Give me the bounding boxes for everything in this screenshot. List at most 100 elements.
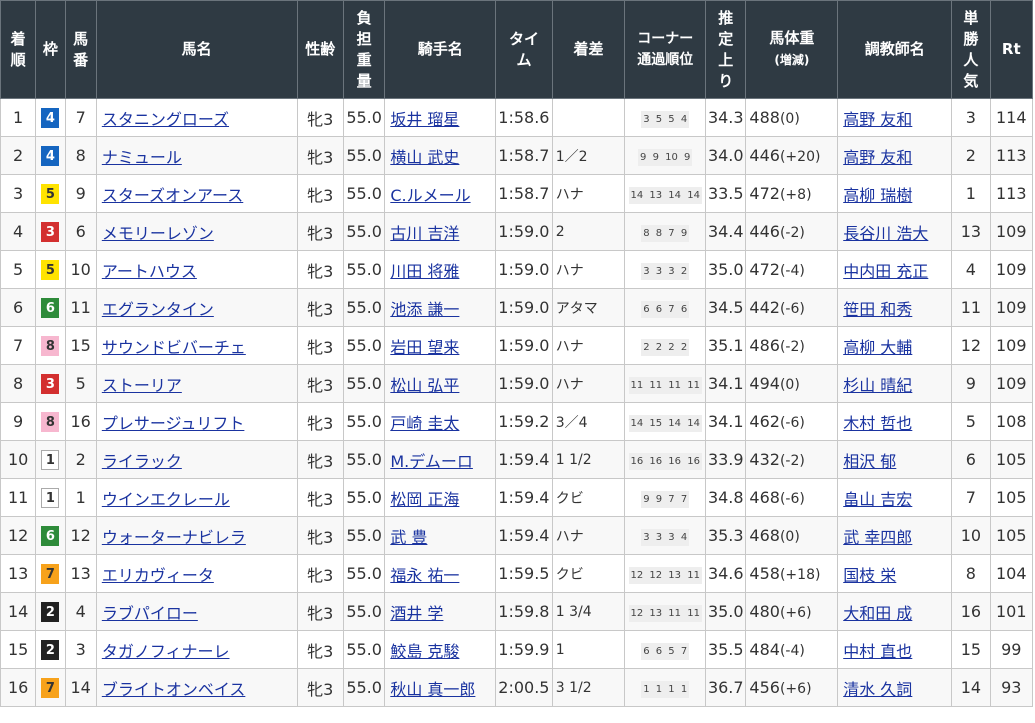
rating-cell: 109 (989, 250, 1034, 289)
horse-name-link[interactable]: メモリーレゾン (102, 224, 214, 243)
jockey-link[interactable]: 福永 祐一 (390, 566, 459, 585)
header-rank[interactable]: 着順 (0, 0, 37, 99)
sex-age-cell: 牝3 (296, 478, 344, 517)
jockey-link[interactable]: 鮫島 克駿 (390, 642, 459, 661)
rank-cell: 13 (0, 554, 37, 593)
header-burden[interactable]: 負担重量 (342, 0, 386, 99)
horse-name-link[interactable]: サウンドビバーチェ (102, 338, 246, 357)
horse-name-link[interactable]: スターズオンアース (102, 186, 243, 205)
trainer-link[interactable]: 中村 直也 (843, 642, 912, 661)
jockey-link[interactable]: M.デムーロ (390, 452, 473, 471)
jockey-link[interactable]: 松岡 正海 (390, 490, 459, 509)
header-num[interactable]: 馬番 (64, 0, 97, 99)
header-name[interactable]: 馬名 (95, 0, 298, 99)
jockey-link[interactable]: 武 豊 (390, 528, 427, 547)
header-waku[interactable]: 枠 (35, 0, 66, 99)
time-cell: 1:59.0 (495, 326, 553, 365)
header-jockey[interactable]: 騎手名 (384, 0, 497, 99)
trainer-link[interactable]: 中内田 充正 (843, 262, 928, 281)
horse-number-cell: 15 (64, 326, 97, 365)
header-diff[interactable]: 着差 (551, 0, 626, 99)
header-rt[interactable]: Rt (989, 0, 1034, 99)
horse-name-link[interactable]: ナミュール (102, 148, 182, 167)
corner-cell: 16 16 16 16 (624, 440, 707, 479)
trainer-link[interactable]: 長谷川 浩大 (843, 224, 928, 243)
horse-name-link[interactable]: タガノフィナーレ (102, 642, 230, 661)
horse-name-link[interactable]: プレサージュリフト (102, 414, 245, 433)
jockey-cell: 武 豊 (384, 516, 497, 555)
rating-cell: 93 (989, 668, 1034, 707)
margin-cell: ハナ (551, 250, 626, 289)
burden-weight-cell: 55.0 (342, 478, 386, 517)
corner-cell: 12 13 11 11 (624, 592, 707, 631)
trainer-link[interactable]: 高柳 大輔 (843, 338, 912, 357)
trainer-cell: 高野 友和 (837, 136, 953, 175)
table-row: 6 6 11 エグランタイン 牝3 55.0 池添 謙一 1:59.0 アタマ … (0, 288, 1034, 327)
jockey-link[interactable]: 坂井 瑠星 (390, 110, 459, 129)
horse-name-link[interactable]: エリカヴィータ (102, 566, 214, 585)
jockey-link[interactable]: 岩田 望来 (390, 338, 459, 357)
horse-name-link[interactable]: ブライトオンベイス (102, 680, 246, 699)
jockey-link[interactable]: 池添 謙一 (390, 300, 459, 319)
body-weight: 480 (749, 602, 780, 621)
trainer-link[interactable]: 大和田 成 (843, 604, 912, 623)
jockey-link[interactable]: 戸崎 圭太 (390, 414, 459, 433)
header-weight[interactable]: 馬体重 (増減) (745, 0, 839, 99)
popularity-cell: 4 (951, 250, 991, 289)
body-weight-change: (+6) (779, 681, 812, 697)
trainer-link[interactable]: 畠山 吉宏 (843, 490, 912, 509)
header-pop[interactable]: 単勝人気 (951, 0, 991, 99)
horse-name-link[interactable]: エグランタイン (102, 300, 214, 319)
header-time[interactable]: タイム (495, 0, 553, 99)
margin-cell: ハナ (551, 364, 626, 403)
horse-name-link[interactable]: ウォーターナビレラ (102, 528, 246, 547)
header-last3f[interactable]: 推定上り (705, 0, 747, 99)
time-cell: 1:59.0 (495, 250, 553, 289)
trainer-link[interactable]: 武 幸四郎 (843, 528, 912, 547)
horse-name-link[interactable]: ストーリア (102, 376, 182, 395)
horse-name-link[interactable]: ウインエクレール (102, 490, 230, 509)
trainer-link[interactable]: 清水 久詞 (843, 680, 912, 699)
horse-name-link[interactable]: ラブパイロー (102, 604, 198, 623)
trainer-link[interactable]: 高柳 瑞樹 (843, 186, 912, 205)
trainer-cell: 高柳 大輔 (837, 326, 953, 365)
rating-cell: 104 (989, 554, 1034, 593)
horse-name-link[interactable]: アートハウス (102, 262, 197, 281)
horse-number-cell: 5 (64, 364, 97, 403)
horse-name-link[interactable]: ライラック (102, 452, 182, 471)
sex-age-cell: 牝3 (296, 364, 344, 403)
last3f-cell: 35.0 (705, 592, 747, 631)
trainer-link[interactable]: 杉山 晴紀 (843, 376, 912, 395)
horse-name-link[interactable]: スタニングローズ (102, 110, 229, 129)
trainer-link[interactable]: 高野 友和 (843, 148, 912, 167)
corner-positions: 1 1 1 1 (641, 681, 690, 698)
corner-positions: 14 13 14 14 (628, 187, 702, 204)
trainer-link[interactable]: 高野 友和 (843, 110, 912, 129)
waku-cell: 5 (35, 250, 66, 289)
jockey-link[interactable]: 秋山 真一郎 (390, 680, 475, 699)
trainer-cell: 武 幸四郎 (837, 516, 953, 555)
jockey-link[interactable]: 松山 弘平 (390, 376, 459, 395)
burden-weight-cell: 55.0 (342, 326, 386, 365)
margin-cell: 1 3/4 (551, 592, 626, 631)
header-sexage[interactable]: 性齢 (296, 0, 344, 99)
jockey-link[interactable]: 古川 吉洋 (390, 224, 459, 243)
jockey-link[interactable]: 川田 将雅 (390, 262, 459, 281)
trainer-link[interactable]: 笹田 和秀 (843, 300, 912, 319)
margin-cell: 1／2 (551, 136, 626, 175)
time-cell: 1:59.2 (495, 402, 553, 441)
header-corner[interactable]: コーナー通過順位 (624, 0, 707, 99)
header-trainer[interactable]: 調教師名 (837, 0, 953, 99)
trainer-link[interactable]: 木村 哲也 (843, 414, 912, 433)
time-cell: 1:59.8 (495, 592, 553, 631)
rank-cell: 4 (0, 212, 37, 251)
body-weight: 472 (749, 184, 780, 203)
trainer-link[interactable]: 国枝 栄 (843, 566, 896, 585)
table-row: 1 4 7 スタニングローズ 牝3 55.0 坂井 瑠星 1:58.6 3 5 … (0, 98, 1034, 137)
jockey-link[interactable]: C.ルメール (390, 186, 470, 205)
jockey-link[interactable]: 酒井 学 (390, 604, 443, 623)
trainer-link[interactable]: 相沢 郁 (843, 452, 896, 471)
trainer-cell: 清水 久詞 (837, 668, 953, 707)
waku-cell: 7 (35, 554, 66, 593)
jockey-link[interactable]: 横山 武史 (390, 148, 459, 167)
